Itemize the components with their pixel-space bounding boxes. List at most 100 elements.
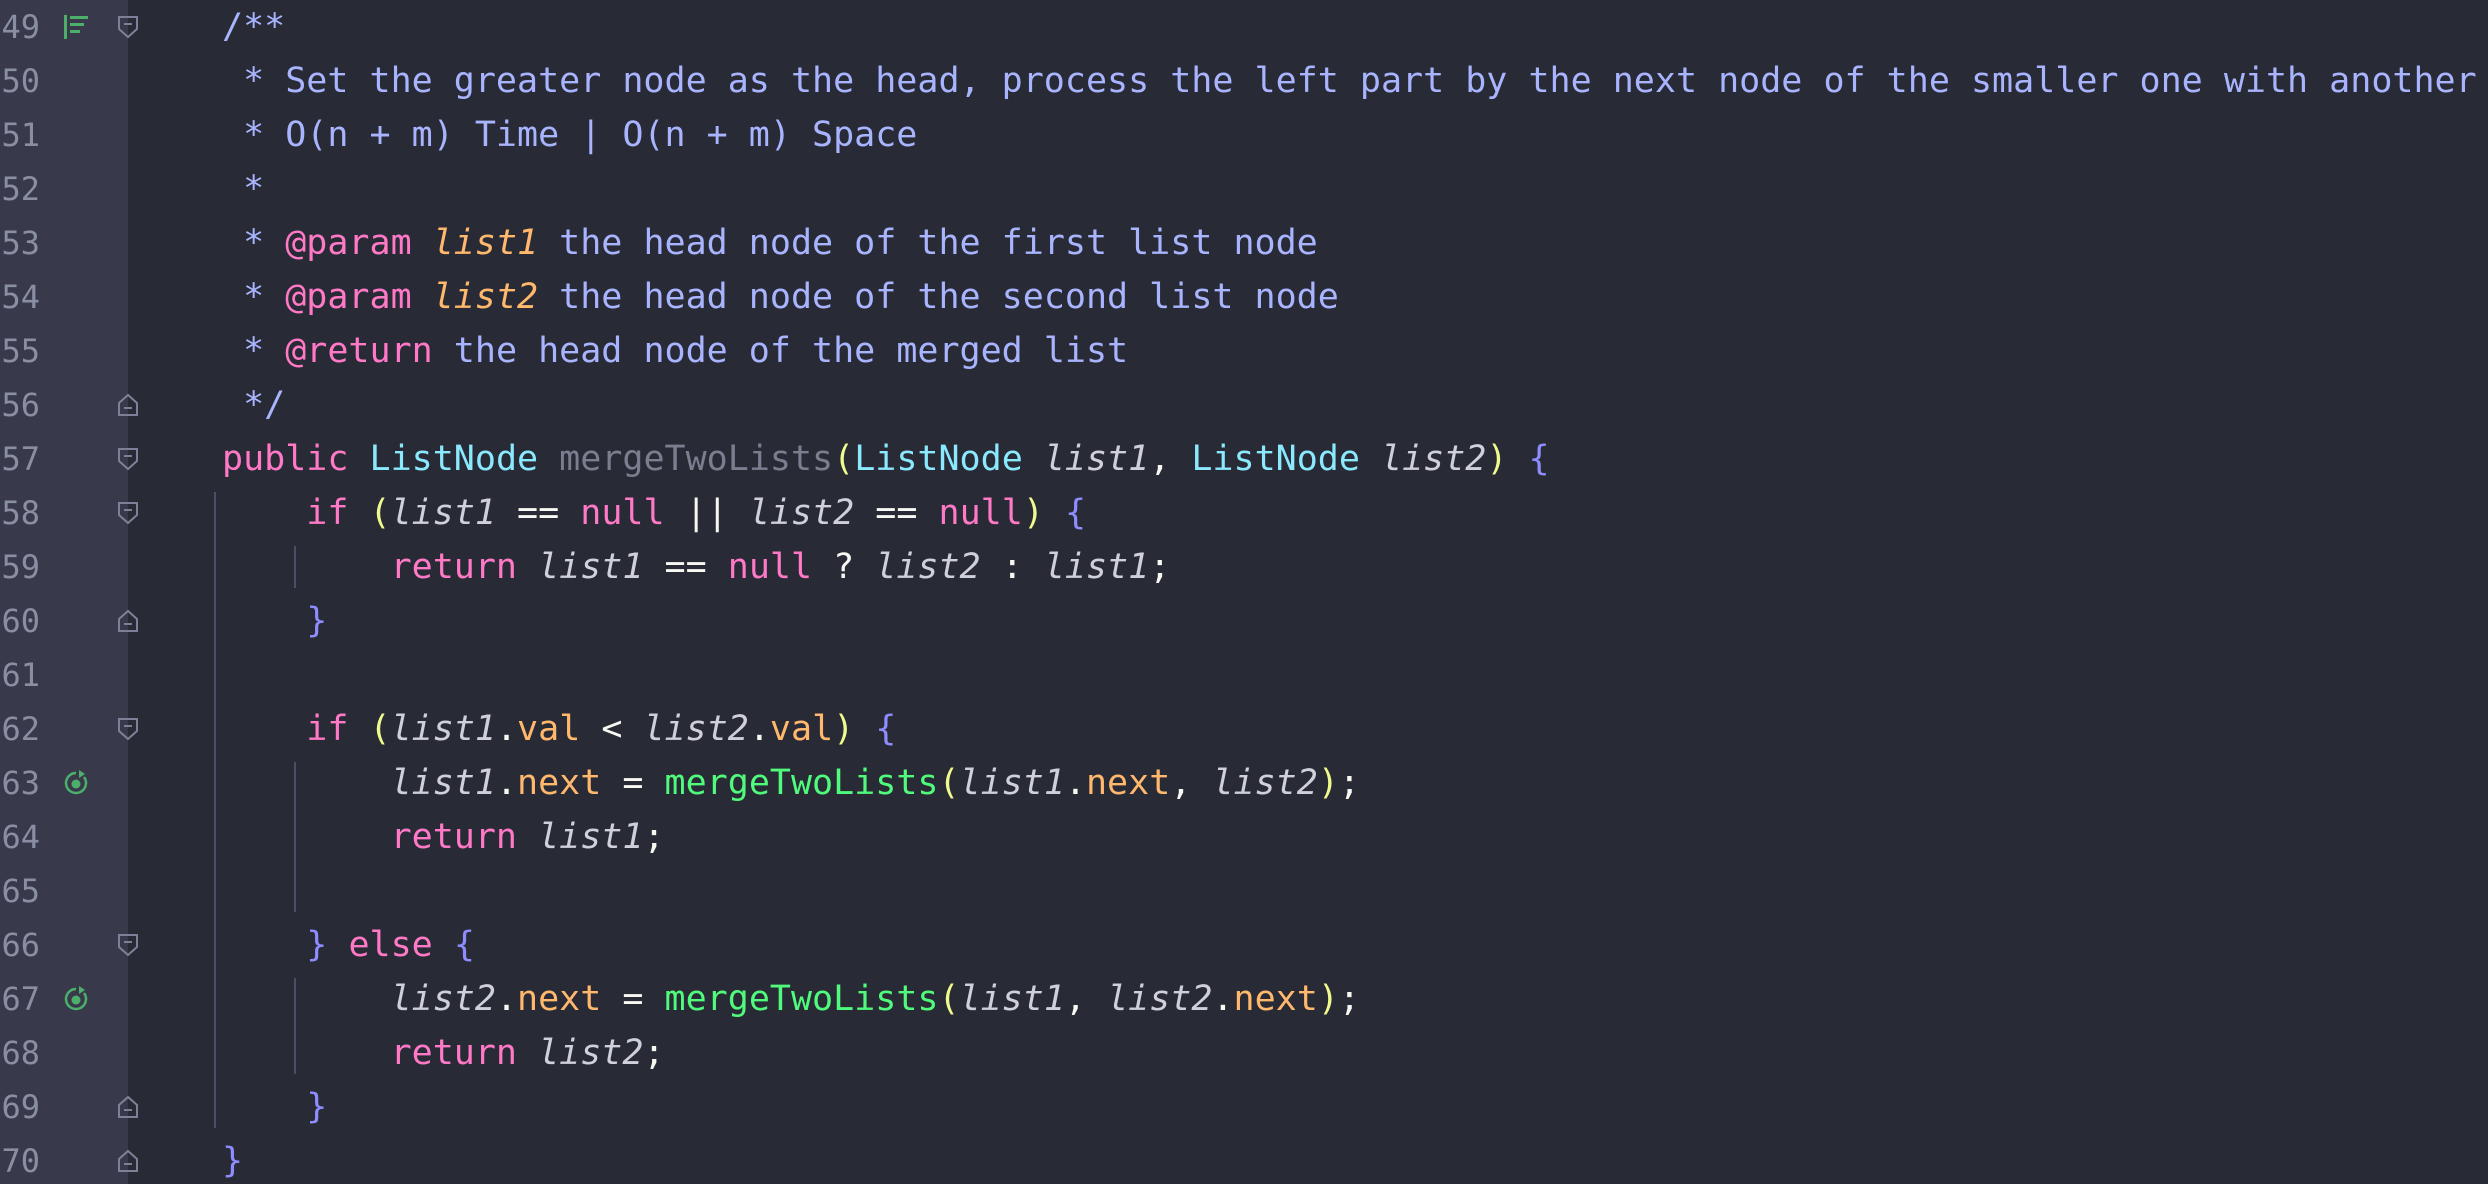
code-line[interactable]: 58 if (list1 == null || list2 == null) { [0, 486, 2488, 540]
code-text[interactable]: list1.next = mergeTwoLists(list1.next, l… [222, 756, 1360, 810]
code-line[interactable]: 66 } else { [0, 918, 2488, 972]
line-number[interactable]: 63 [0, 756, 40, 810]
line-number[interactable]: 55 [0, 324, 40, 378]
code-text[interactable]: list2.next = mergeTwoLists(list1, list2.… [222, 972, 1360, 1026]
code-text[interactable]: public ListNode mergeTwoLists(ListNode l… [222, 432, 1550, 486]
line-number[interactable]: 59 [0, 540, 40, 594]
implements-icon[interactable] [62, 13, 90, 41]
code-text[interactable]: } else { [222, 918, 475, 972]
fold-end-icon[interactable] [116, 392, 140, 418]
code-token: if [306, 493, 349, 533]
code-text[interactable]: } [222, 594, 327, 648]
code-text[interactable]: * @return the head node of the merged li… [222, 324, 1128, 378]
code-line[interactable]: 50 * Set the greater node as the head, p… [0, 54, 2488, 108]
fold-collapse-icon[interactable] [116, 14, 140, 40]
code-token: * O(n + m) Time | O(n + m) Space [222, 115, 918, 155]
line-number[interactable]: 53 [0, 216, 40, 270]
code-text[interactable]: return list1 == null ? list2 : list1; [222, 540, 1171, 594]
code-text[interactable]: if (list1.val < list2.val) { [222, 702, 896, 756]
code-token: list1 [390, 709, 496, 749]
code-line[interactable]: 51 * O(n + m) Time | O(n + m) Space [0, 108, 2488, 162]
code-token: null [938, 493, 1023, 533]
code-line[interactable]: 68 return list2; [0, 1026, 2488, 1080]
code-line[interactable]: 62 if (list1.val < list2.val) { [0, 702, 2488, 756]
line-number[interactable]: 66 [0, 918, 40, 972]
code-line[interactable]: 53 * @param list1 the head node of the f… [0, 216, 2488, 270]
line-number[interactable]: 58 [0, 486, 40, 540]
code-token: { [1064, 493, 1087, 533]
fold-collapse-icon[interactable] [116, 446, 140, 472]
code-editor[interactable]: 49 /** 50 * Set the greater node as the he… [0, 0, 2488, 1184]
code-text[interactable]: * @param list2 the head node of the seco… [222, 270, 1339, 324]
line-number[interactable]: 56 [0, 378, 40, 432]
code-text[interactable]: * @param list1 the head node of the firs… [222, 216, 1318, 270]
code-token: , [1064, 979, 1108, 1019]
line-number[interactable]: 54 [0, 270, 40, 324]
code-line[interactable]: 64 return list1; [0, 810, 2488, 864]
line-number[interactable]: 64 [0, 810, 40, 864]
code-line[interactable]: 52 * [0, 162, 2488, 216]
code-line[interactable]: 65 [0, 864, 2488, 918]
code-line[interactable]: 63 list1.next = mergeTwoLists(list1.next… [0, 756, 2488, 810]
code-token: */ [222, 385, 286, 425]
code-token: list1 [538, 817, 644, 857]
code-line[interactable]: 49 /** [0, 0, 2488, 54]
code-text[interactable]: /** [222, 0, 285, 54]
code-line[interactable]: 59 return list1 == null ? list2 : list1; [0, 540, 2488, 594]
line-number[interactable]: 51 [0, 108, 40, 162]
line-number[interactable]: 65 [0, 864, 40, 918]
code-line[interactable]: 60 } [0, 594, 2488, 648]
code-line[interactable]: 69 } [0, 1080, 2488, 1134]
code-text[interactable]: return list1; [222, 810, 665, 864]
code-text[interactable]: } [222, 1134, 243, 1184]
line-number[interactable]: 67 [0, 972, 40, 1026]
code-text[interactable]: if (list1 == null || list2 == null) { [222, 486, 1086, 540]
code-token: mergeTwoLists [664, 763, 939, 803]
line-number[interactable]: 61 [0, 648, 40, 702]
fold-collapse-icon[interactable] [116, 932, 140, 958]
code-line[interactable]: 61 [0, 648, 2488, 702]
indent-guide [214, 492, 216, 1128]
code-text[interactable]: * Set the greater node as the head, proc… [222, 54, 2488, 108]
indent-guide [294, 978, 296, 1074]
code-text[interactable]: return list2; [222, 1026, 665, 1080]
code-token: = [601, 763, 665, 803]
recursive-call-icon[interactable] [62, 769, 90, 797]
line-number[interactable]: 62 [0, 702, 40, 756]
line-number[interactable]: 50 [0, 54, 40, 108]
code-text[interactable]: } [222, 1080, 327, 1134]
code-text[interactable]: * [222, 162, 264, 216]
line-number[interactable]: 52 [0, 162, 40, 216]
code-text[interactable]: */ [222, 378, 285, 432]
code-line[interactable]: 55 * @return the head node of the merged… [0, 324, 2488, 378]
fold-end-icon[interactable] [116, 608, 140, 634]
code-text[interactable]: * O(n + m) Time | O(n + m) Space [222, 108, 917, 162]
code-token: ListNode [854, 439, 1023, 479]
code-token: list2 [875, 547, 981, 587]
code-token: list1 [959, 979, 1065, 1019]
line-number[interactable]: 69 [0, 1080, 40, 1134]
fold-collapse-icon[interactable] [116, 500, 140, 526]
recursive-call-icon[interactable] [62, 985, 90, 1013]
code-line[interactable]: 56 */ [0, 378, 2488, 432]
code-line[interactable]: 67 list2.next = mergeTwoLists(list1, lis… [0, 972, 2488, 1026]
line-number[interactable]: 60 [0, 594, 40, 648]
code-line[interactable]: 54 * @param list2 the head node of the s… [0, 270, 2488, 324]
code-token: * [222, 169, 265, 209]
fold-end-icon[interactable] [116, 1148, 140, 1174]
line-number[interactable]: 49 [0, 0, 40, 54]
line-number[interactable]: 57 [0, 432, 40, 486]
line-number[interactable]: 68 [0, 1026, 40, 1080]
code-line[interactable]: 57 public ListNode mergeTwoLists(ListNode… [0, 432, 2488, 486]
line-number[interactable]: 70 [0, 1134, 40, 1184]
code-token: * [222, 331, 286, 371]
code-token: ; [643, 817, 665, 857]
code-line[interactable]: 70} [0, 1134, 2488, 1184]
fold-collapse-icon[interactable] [116, 716, 140, 742]
fold-end-icon[interactable] [116, 1094, 140, 1120]
